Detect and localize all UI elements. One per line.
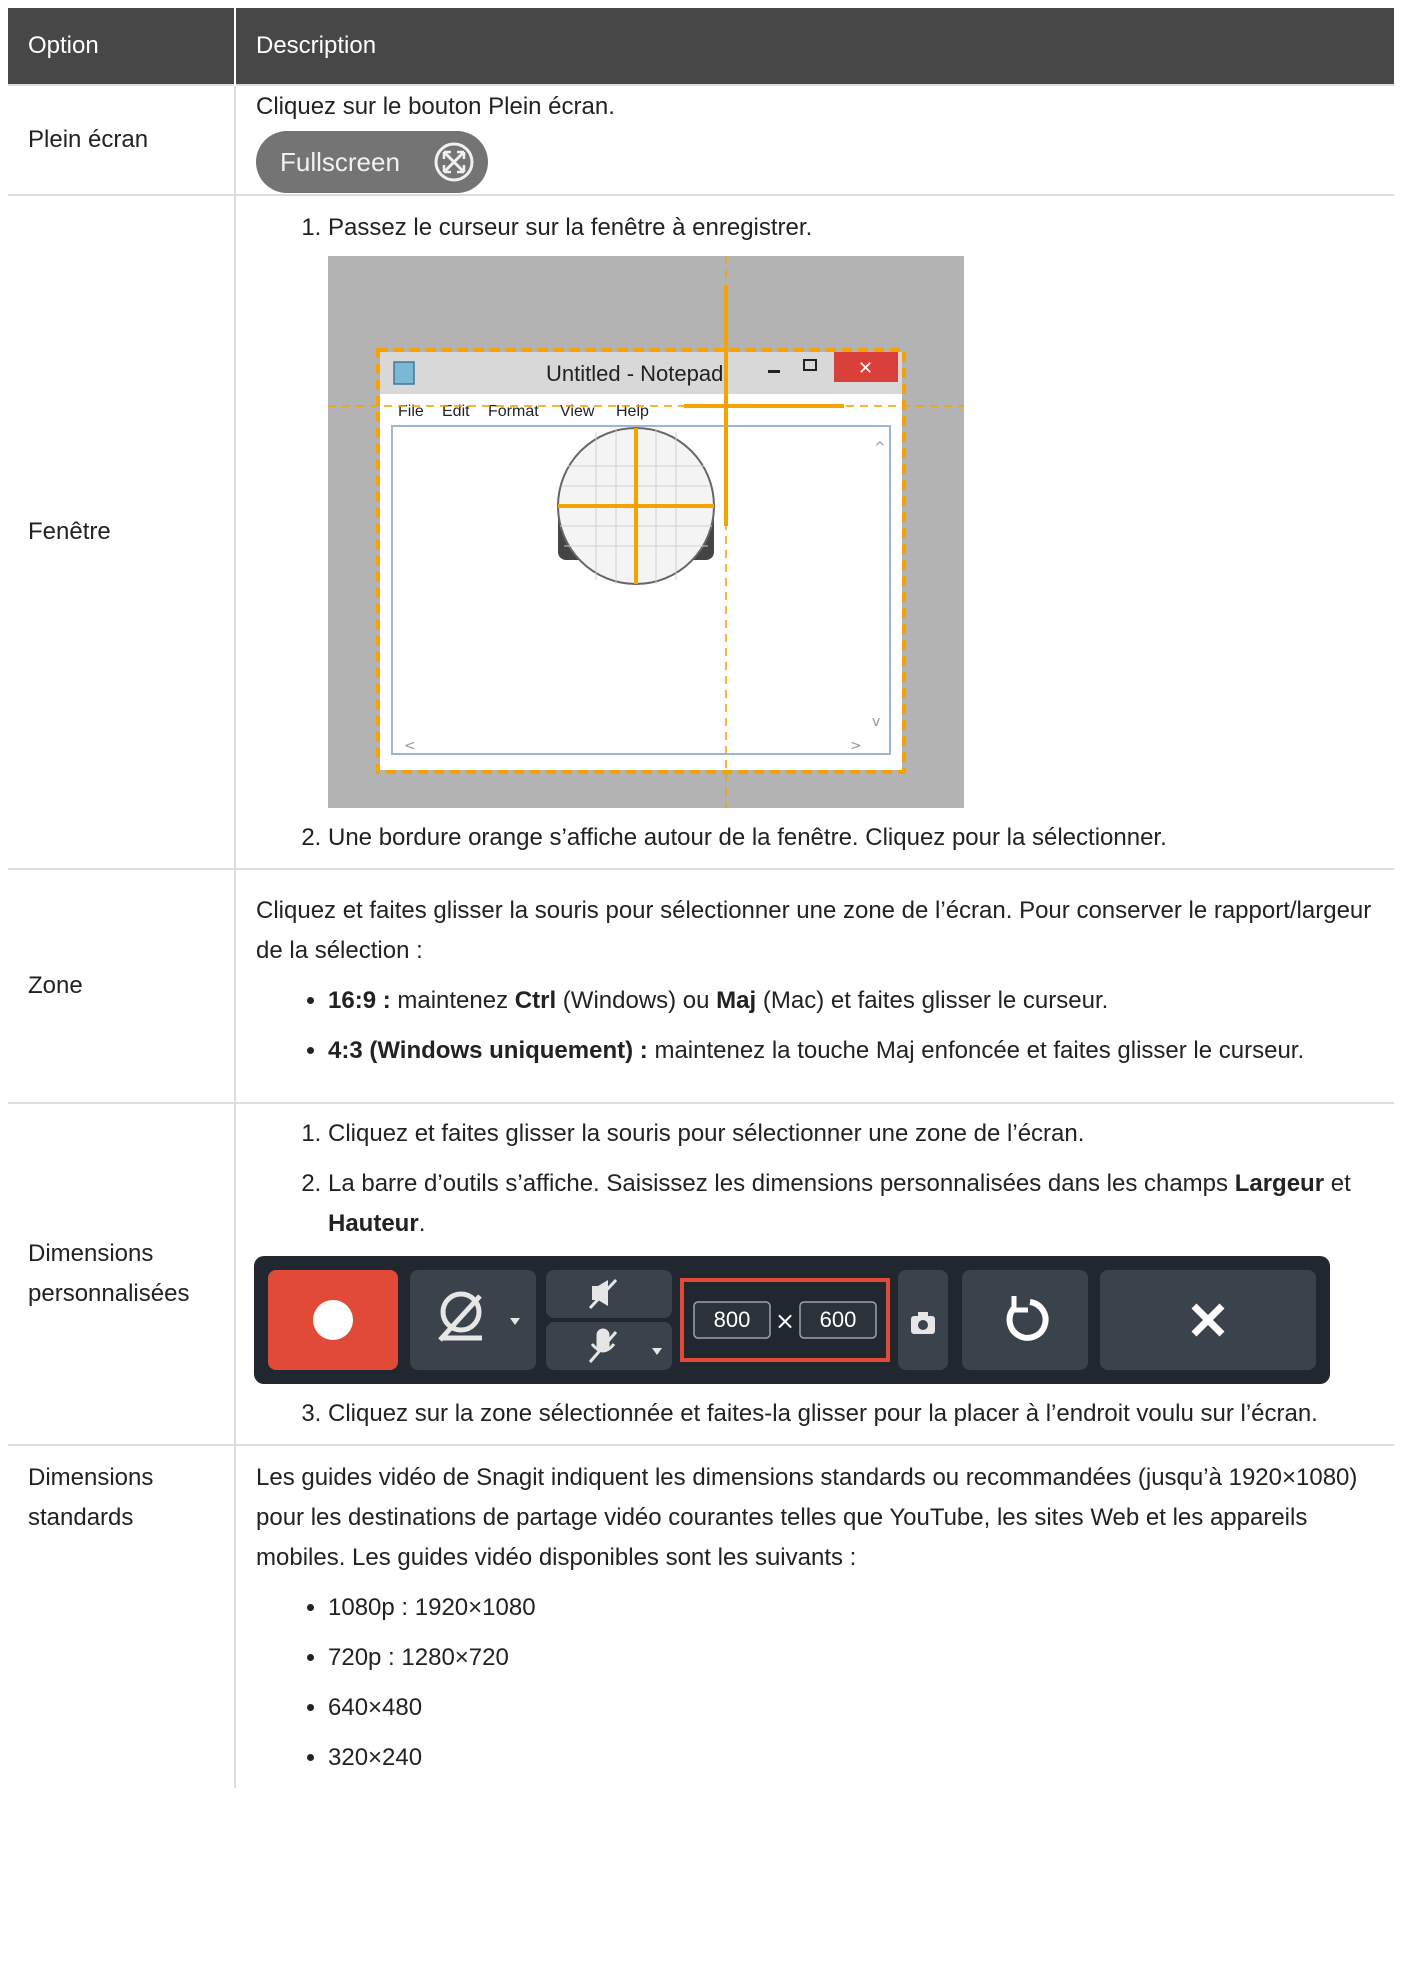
record-icon [313, 1300, 353, 1340]
svg-text:>: > [850, 738, 862, 754]
list-item: 640×480 [328, 1688, 1374, 1728]
custom-step-1: Cliquez et faites glisser la souris pour… [328, 1114, 1374, 1154]
svg-text:<: < [404, 738, 416, 754]
table-row-custom: Dimensions personnalisées Cliquez et fai… [8, 1102, 1394, 1445]
options-table: Option Description Plein écran Cliquez s… [8, 8, 1394, 1788]
description-custom: Cliquez et faites glisser la souris pour… [235, 1102, 1394, 1445]
description-window: Passez le curseur sur la fenêtre à enreg… [235, 194, 1394, 869]
window-steps: Passez le curseur sur la fenêtre à enreg… [256, 208, 1374, 858]
field-height-label: Hauteur [328, 1210, 419, 1237]
notepad-menu-help: Help [616, 403, 649, 420]
bullet-text: maintenez la touche Maj enfoncée et fait… [647, 1037, 1305, 1064]
key-maj: Maj [716, 987, 757, 1014]
bullet-text: (Windows) ou [556, 987, 717, 1014]
header-description: Description [235, 8, 1394, 85]
notepad-menu-view: View [560, 403, 595, 420]
option-fullscreen: Plein écran [8, 84, 236, 195]
option-standard: Dimensions standards [8, 1444, 236, 1788]
description-region: Cliquez et faites glisser la souris pour… [235, 868, 1394, 1103]
region-bullets: 16:9 : maintenez Ctrl (Windows) ou Maj (… [256, 981, 1374, 1071]
height-value: 600 [820, 1307, 857, 1332]
window-screenshot: Untitled - Notepad ✕ File Edit Format Vi… [328, 256, 964, 808]
notepad-title: Untitled - Notepad [546, 361, 723, 386]
region-bullet-16-9: 16:9 : maintenez Ctrl (Windows) ou Maj (… [328, 981, 1374, 1021]
fullscreen-button[interactable]: Fullscreen [256, 131, 488, 193]
table-row-region: Zone Cliquez et faites glisser la souris… [8, 868, 1394, 1103]
system-audio-button[interactable] [546, 1270, 672, 1318]
region-text: Cliquez et faites glisser la souris pour… [256, 897, 1372, 964]
window-step-1: Passez le curseur sur la fenêtre à enreg… [328, 208, 1374, 808]
table-row-standard: Dimensions standards Les guides vidéo de… [8, 1444, 1394, 1788]
option-window: Fenêtre [8, 194, 236, 869]
magnifier-dimensions: 353 x 281 [603, 585, 669, 602]
standard-text: Les guides vidéo de Snagit indiquent les… [256, 1464, 1358, 1571]
window-step-2: Une bordure orange s’affiche autour de l… [328, 818, 1374, 858]
options-table-container: Option Description Plein écran Cliquez s… [8, 8, 1394, 1788]
list-item: 720p : 1280×720 [328, 1638, 1374, 1678]
recording-toolbar: 800 × 600 [254, 1256, 1330, 1384]
fullscreen-text: Cliquez sur le bouton Plein écran. [256, 93, 615, 120]
bullet-label: 16:9 : [328, 987, 391, 1014]
fullscreen-button-label: Fullscreen [280, 147, 400, 177]
custom-step-2-text: La barre d’outils s’affiche. Saisissez l… [328, 1170, 1235, 1197]
times-sign: × [775, 1307, 795, 1335]
custom-step-3: Cliquez sur la zone sélectionnée et fait… [328, 1394, 1374, 1434]
svg-text:^: ^ [874, 440, 886, 456]
notepad-close-icon: ✕ [858, 358, 873, 379]
list-item: 320×240 [328, 1738, 1374, 1778]
table-header-row: Option Description [8, 8, 1394, 85]
header-option: Option [8, 8, 236, 85]
restart-button[interactable] [962, 1270, 1088, 1370]
fullscreen-icon [434, 142, 474, 182]
table-row-window: Fenêtre Passez le curseur sur la fenêtre… [8, 194, 1394, 869]
region-bullet-4-3: 4:3 (Windows uniquement) : maintenez la … [328, 1031, 1374, 1071]
option-custom: Dimensions personnalisées [8, 1102, 236, 1445]
custom-step-2-text: . [418, 1210, 426, 1237]
list-item: 1080p : 1920×1080 [328, 1588, 1374, 1628]
description-fullscreen: Cliquez sur le bouton Plein écran. Fulls… [235, 84, 1394, 195]
key-ctrl: Ctrl [514, 987, 557, 1014]
standard-list: 1080p : 1920×1080 720p : 1280×720 640×48… [256, 1588, 1374, 1778]
field-width-label: Largeur [1234, 1170, 1325, 1197]
bullet-text: maintenez [390, 987, 515, 1014]
table-row-fullscreen: Plein écran Cliquez sur le bouton Plein … [8, 84, 1394, 195]
description-standard: Les guides vidéo de Snagit indiquent les… [235, 1444, 1394, 1788]
custom-step-2-text: et [1324, 1170, 1351, 1197]
option-region: Zone [8, 868, 236, 1103]
svg-text:v: v [872, 714, 880, 730]
bullet-text: (Mac) et faites glisser le curseur. [756, 987, 1109, 1014]
window-step-1-text: Passez le curseur sur la fenêtre à enreg… [328, 214, 813, 241]
custom-step-2: La barre d’outils s’affiche. Saisissez l… [254, 1164, 1374, 1384]
custom-steps: Cliquez et faites glisser la souris pour… [254, 1114, 1374, 1434]
width-value: 800 [714, 1307, 751, 1332]
bullet-label: 4:3 (Windows uniquement) : [328, 1037, 648, 1064]
